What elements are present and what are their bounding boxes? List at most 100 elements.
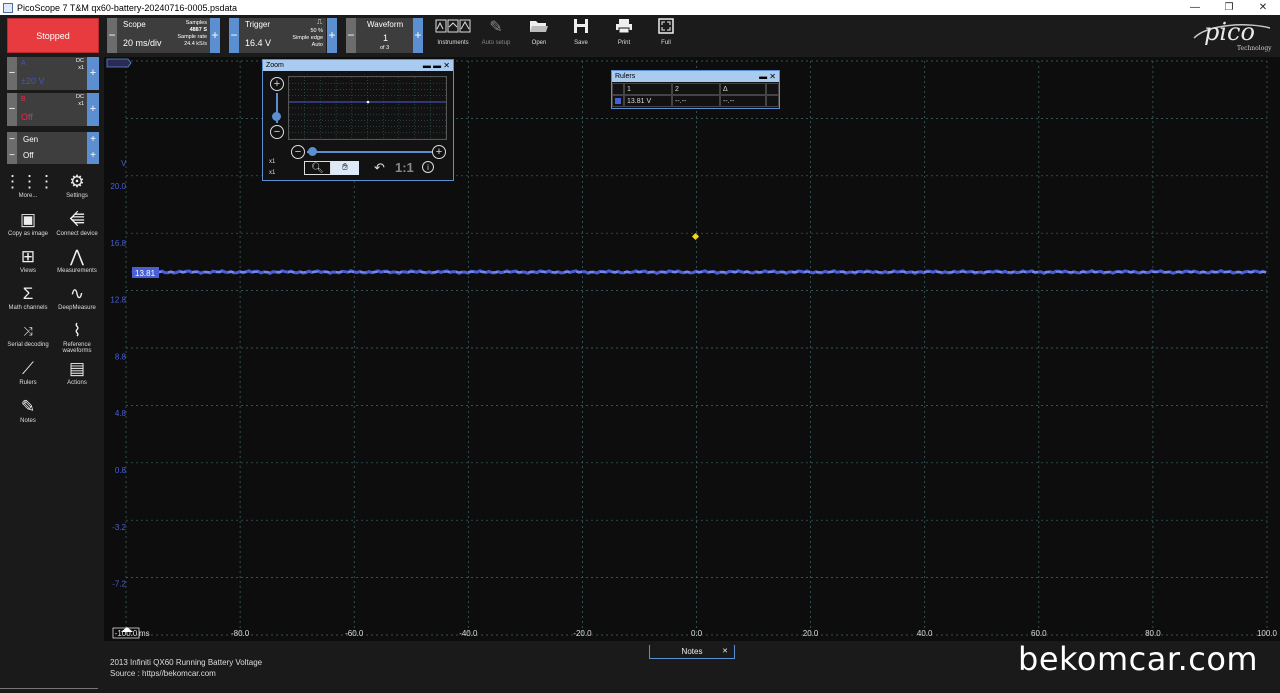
close-button[interactable]: ✕ bbox=[1246, 0, 1280, 15]
print-label: Print bbox=[617, 40, 631, 46]
channel-b-decrease-button[interactable]: − bbox=[7, 93, 17, 126]
title-bar: PicoScope 7 T&M qx60-battery-20240716-00… bbox=[0, 0, 1280, 15]
fullscreen-label: Full bbox=[661, 40, 671, 46]
generator-decrease-button[interactable]: − bbox=[7, 132, 17, 148]
generator-increase-button[interactable]: + bbox=[87, 132, 99, 148]
x-tick-label: 60.0 bbox=[1031, 629, 1047, 638]
logo-text: pico bbox=[1204, 18, 1255, 46]
rulers-header-1: 1 bbox=[624, 83, 672, 95]
bottom-divider bbox=[0, 688, 98, 689]
reference-waveforms-icon: ⌇ bbox=[72, 321, 82, 340]
rulers-button[interactable]: ⟋ Rulers bbox=[4, 358, 52, 386]
ruler-2-value: --.-- bbox=[672, 95, 720, 107]
restore-button[interactable]: ❐ bbox=[1212, 0, 1246, 15]
waveform-panel[interactable]: Waveform 1 of 3 bbox=[356, 18, 413, 53]
fullscreen-button[interactable]: Full bbox=[646, 18, 686, 53]
rulers-window[interactable]: Rulers ▬ ✕ 1 2 Δ 13.81 V --.-- --.-- bbox=[611, 70, 780, 109]
notes-label: Notes bbox=[20, 418, 36, 424]
zoom-overview-graph bbox=[288, 76, 447, 140]
rulers-window-controls[interactable]: ▬ ✕ bbox=[759, 71, 776, 82]
more-button[interactable]: ⋮⋮⋮ More... bbox=[4, 171, 55, 199]
connect-device-button[interactable]: ⭅ Connect device bbox=[53, 209, 101, 237]
actions-button[interactable]: ▤ Actions bbox=[53, 358, 101, 386]
waveform-previous-button[interactable]: − bbox=[346, 18, 356, 53]
channel-a-control[interactable]: − A ±20 V DC x1 + bbox=[7, 57, 99, 90]
math-channels-label: Math channels bbox=[8, 305, 48, 311]
generator-state-increase-button[interactable]: + bbox=[87, 148, 99, 164]
waveform-label: Waveform bbox=[367, 20, 404, 29]
actions-icon: ▤ bbox=[68, 359, 86, 378]
scope-panel[interactable]: Scope 20 ms/div Samples 4887 S Sample ra… bbox=[117, 18, 210, 53]
channel-a-coupling: DC x1 bbox=[76, 58, 84, 71]
measurements-button[interactable]: ⋀ Measurements bbox=[53, 246, 101, 274]
rulers-window-title: Rulers bbox=[615, 73, 636, 80]
vertical-zoom-handle[interactable] bbox=[272, 112, 281, 121]
zoom-in-horizontal-button[interactable]: + bbox=[432, 145, 446, 159]
zoom-tool-button[interactable]: 🔍︎ bbox=[304, 161, 331, 175]
zoom-overview[interactable] bbox=[288, 76, 447, 140]
trigger-type: Simple edge bbox=[292, 35, 323, 41]
zoom-out-horizontal-button[interactable]: − bbox=[291, 145, 305, 159]
x-axis-unit: ms bbox=[139, 629, 150, 638]
notes-button[interactable]: ✎ Notes bbox=[4, 396, 52, 424]
trigger-decrease-button[interactable]: − bbox=[229, 18, 239, 53]
generator-state: Off bbox=[23, 151, 34, 160]
zoom-window[interactable]: Zoom ▬ ▬ ✕ + − − + x1 x1 🔍︎ ✋︎ ↶ 1:1 i bbox=[262, 59, 454, 181]
channel-a-increase-button[interactable]: + bbox=[87, 57, 99, 90]
reference-waveforms-button[interactable]: ⌇ Reference waveforms bbox=[53, 320, 101, 354]
copy-as-image-button[interactable]: ▣ Copy as image bbox=[4, 209, 52, 237]
zoom-out-vertical-button[interactable]: − bbox=[270, 125, 284, 139]
scope-label: Scope bbox=[123, 20, 146, 29]
generator-control[interactable]: − Gen + bbox=[7, 132, 99, 148]
timebase-decrease-button[interactable]: − bbox=[107, 18, 117, 53]
timebase-increase-button[interactable]: + bbox=[210, 18, 220, 53]
channel-a-decrease-button[interactable]: − bbox=[7, 57, 17, 90]
settings-button[interactable]: ⚙ Settings bbox=[53, 171, 101, 199]
copy-as-image-label: Copy as image bbox=[7, 231, 49, 237]
more-label: More... bbox=[18, 193, 38, 199]
print-button[interactable]: Print bbox=[604, 18, 644, 53]
channel-a-offset-marker[interactable] bbox=[106, 58, 132, 68]
channel-b-control[interactable]: − B Off DC x1 + bbox=[7, 93, 99, 126]
run-stop-button[interactable]: Stopped bbox=[7, 18, 99, 53]
waveform-next-button[interactable]: + bbox=[413, 18, 423, 53]
trigger-marker[interactable] bbox=[691, 232, 700, 241]
notes-line-2: Source : https//bekomcar.com bbox=[110, 669, 216, 678]
deepmeasure-button[interactable]: ∿ DeepMeasure bbox=[53, 283, 101, 311]
instruments-label: Instruments bbox=[437, 40, 469, 46]
generator-state-decrease-button[interactable]: − bbox=[7, 148, 17, 164]
math-channels-button[interactable]: Σ Math channels bbox=[4, 283, 52, 311]
zoom-window-controls[interactable]: ▬ ▬ ✕ bbox=[423, 60, 450, 71]
trigger-panel[interactable]: Trigger 16.4 V ⎍ 50 % Simple edge Auto bbox=[239, 18, 326, 53]
instruments-button[interactable]: Instruments bbox=[433, 18, 473, 53]
ruler-value: 13.81 bbox=[135, 269, 156, 278]
pan-tool-button[interactable]: ✋︎ bbox=[331, 161, 359, 175]
serial-decoding-button[interactable]: ⤨ Serial decoding bbox=[4, 320, 52, 348]
sample-rate-value: 24.4 kS/s bbox=[184, 41, 207, 47]
x-tick-label: -40.0 bbox=[459, 629, 478, 638]
notes-close-icon[interactable]: ✕ bbox=[722, 645, 728, 658]
info-icon[interactable]: i bbox=[422, 161, 434, 173]
x-tick-label: -60.0 bbox=[345, 629, 364, 638]
y-tick-label: 12.8 bbox=[110, 296, 126, 305]
minimize-button[interactable]: — bbox=[1178, 0, 1212, 15]
save-button[interactable]: Save bbox=[561, 18, 601, 53]
auto-setup-button[interactable]: ✎ Auto setup bbox=[476, 18, 516, 53]
zoom-reset-button[interactable]: 1:1 bbox=[395, 160, 414, 175]
notes-tab[interactable]: Notes ✕ bbox=[649, 645, 735, 659]
save-label: Save bbox=[574, 40, 588, 46]
samples-value: 4887 S bbox=[189, 27, 207, 33]
open-button[interactable]: Open bbox=[519, 18, 559, 53]
generator-state-control[interactable]: − Off + bbox=[7, 148, 99, 164]
x-tick-label: 0.0 bbox=[691, 629, 703, 638]
horizontal-zoom-handle[interactable] bbox=[308, 147, 317, 156]
undo-zoom-icon[interactable]: ↶ bbox=[374, 160, 385, 176]
zoom-in-vertical-button[interactable]: + bbox=[270, 77, 284, 91]
trigger-increase-button[interactable]: + bbox=[327, 18, 337, 53]
deepmeasure-label: DeepMeasure bbox=[58, 305, 96, 311]
left-panel: − A ±20 V DC x1 + − B Off DC x1 + − Gen + … bbox=[0, 57, 104, 693]
horizontal-zoom-slider[interactable] bbox=[307, 151, 433, 153]
channel-b-increase-button[interactable]: + bbox=[87, 93, 99, 126]
views-button[interactable]: ⊞ Views bbox=[4, 246, 52, 274]
x-tick-label: -20.0 bbox=[573, 629, 592, 638]
